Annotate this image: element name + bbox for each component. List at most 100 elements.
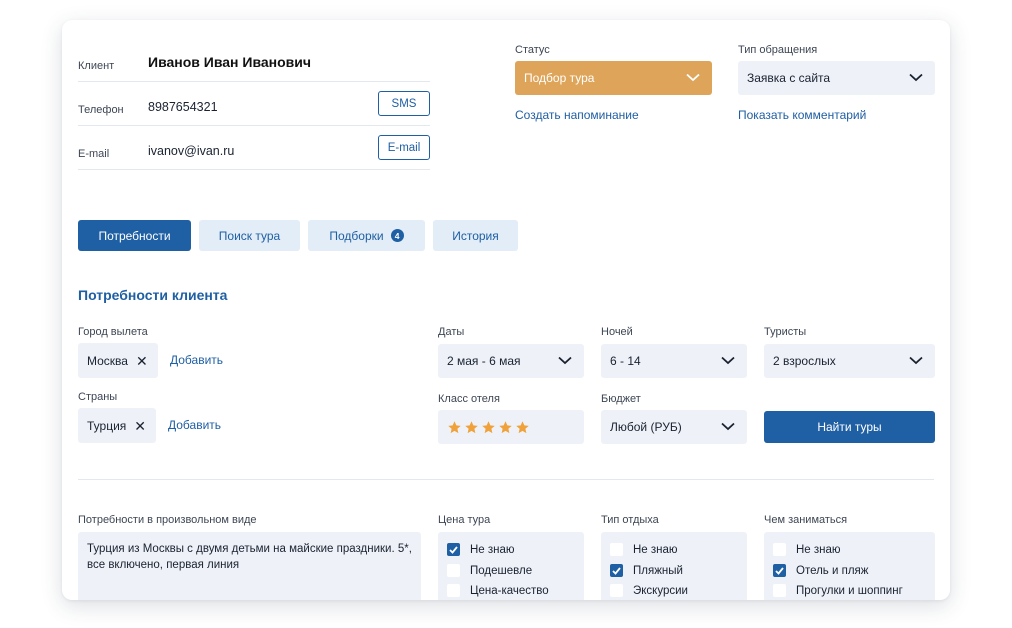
price-option-value[interactable]: Цена-качество (447, 584, 549, 597)
free-form-label: Потребности в произвольном виде (78, 514, 257, 526)
hotel-class-rating[interactable] (438, 410, 584, 444)
checkbox[interactable] (610, 543, 623, 556)
status-select[interactable]: Подбор тура (515, 61, 712, 95)
nights-value: 6 - 14 (610, 354, 641, 368)
dates-value: 2 мая - 6 мая (447, 354, 521, 368)
request-type-value: Заявка с сайта (747, 71, 831, 85)
email-button[interactable]: E-mail (378, 135, 430, 160)
option-label: Цена-качество (470, 584, 549, 597)
phone-value[interactable]: 8987654321 (148, 100, 218, 114)
tourists-value: 2 взрослых (773, 354, 836, 368)
star-icon[interactable] (464, 420, 479, 435)
divider (78, 81, 430, 82)
add-country-link[interactable]: Добавить (168, 418, 221, 432)
close-icon[interactable]: ✕ (134, 419, 146, 433)
email-label: E-mail (78, 148, 110, 160)
show-comment-link[interactable]: Показать комментарий (738, 108, 866, 122)
activities-label: Чем заниматься (764, 514, 848, 526)
tourists-select[interactable]: 2 взрослых (764, 344, 935, 378)
price-option-dont-know[interactable]: Не знаю (447, 543, 515, 556)
option-label: Пляжный (633, 564, 683, 577)
close-icon[interactable]: ✕ (136, 354, 148, 368)
star-rating (447, 420, 530, 435)
checkbox[interactable] (773, 584, 786, 597)
checkbox[interactable] (447, 584, 460, 597)
dates-select[interactable]: 2 мая - 6 мая (438, 344, 584, 378)
checkbox[interactable] (447, 564, 460, 577)
option-label: Прогулки и шоппинг (796, 584, 903, 597)
chevron-down-icon (909, 356, 923, 365)
email-value[interactable]: ivanov@ivan.ru (148, 144, 234, 158)
departure-city-chip: Москва ✕ (78, 343, 158, 378)
rest-type-label: Тип отдыха (601, 514, 659, 526)
budget-label: Бюджет (601, 393, 641, 405)
status-value: Подбор тура (524, 71, 595, 85)
dates-label: Даты (438, 326, 465, 338)
option-label: Не знаю (796, 543, 841, 556)
tab-selections-label: Подборки (329, 228, 384, 243)
chevron-down-icon (686, 73, 700, 82)
departure-city-value: Москва (87, 353, 128, 368)
option-label: Не знаю (470, 543, 515, 556)
divider (78, 169, 430, 170)
hotel-class-label: Класс отеля (438, 393, 500, 405)
lead-card: Клиент Иванов Иван Иванович Телефон 8987… (62, 20, 950, 600)
option-label: Экскурсии (633, 584, 688, 597)
divider (78, 125, 430, 126)
sms-button[interactable]: SMS (378, 91, 430, 116)
activity-option-hotel-beach[interactable]: Отель и пляж (773, 564, 868, 577)
chevron-down-icon (909, 73, 923, 82)
phone-label: Телефон (78, 104, 124, 116)
free-form-text: Турция из Москвы с двумя детьми на майск… (87, 543, 412, 571)
country-chip: Турция ✕ (78, 408, 156, 443)
selections-count-badge: 4 (390, 229, 404, 242)
option-label: Подешевле (470, 564, 533, 577)
activity-option-dont-know[interactable]: Не знаю (773, 543, 841, 556)
create-reminder-link[interactable]: Создать напоминание (515, 108, 639, 122)
checkbox[interactable] (610, 584, 623, 597)
tab-tour-search[interactable]: Поиск тура (199, 220, 300, 251)
add-departure-link[interactable]: Добавить (170, 353, 223, 367)
checkbox[interactable] (447, 543, 460, 556)
checkbox[interactable] (773, 543, 786, 556)
checkbox[interactable] (610, 564, 623, 577)
star-icon[interactable] (498, 420, 513, 435)
free-form-textarea[interactable]: Турция из Москвы с двумя детьми на майск… (78, 532, 421, 600)
checkbox[interactable] (773, 564, 786, 577)
countries-label: Страны (78, 391, 118, 403)
divider (78, 479, 934, 480)
section-title: Потребности клиента (78, 287, 228, 303)
price-label: Цена тура (438, 514, 491, 526)
country-value: Турция (87, 418, 127, 433)
tab-history[interactable]: История (433, 220, 518, 251)
activity-option-walks-shopping[interactable]: Прогулки и шоппинг (773, 584, 903, 597)
option-label: Не знаю (633, 543, 678, 556)
departure-city-label: Город вылета (78, 326, 148, 338)
client-label: Клиент (78, 60, 115, 72)
price-option-cheaper[interactable]: Подешевле (447, 564, 532, 577)
rest-option-dont-know[interactable]: Не знаю (610, 543, 678, 556)
chevron-down-icon (721, 422, 735, 431)
rest-type-options: Не знаю Пляжный Экскурсии (601, 532, 747, 600)
tab-needs[interactable]: Потребности (78, 220, 191, 251)
rest-option-excursions[interactable]: Экскурсии (610, 584, 688, 597)
nights-label: Ночей (601, 326, 633, 338)
budget-value: Любой (РУБ) (610, 420, 682, 434)
tourists-label: Туристы (764, 326, 807, 338)
chevron-down-icon (558, 356, 572, 365)
nights-select[interactable]: 6 - 14 (601, 344, 747, 378)
status-label: Статус (515, 44, 550, 56)
rest-option-beach[interactable]: Пляжный (610, 564, 683, 577)
star-icon[interactable] (515, 420, 530, 435)
tab-selections[interactable]: Подборки 4 (308, 220, 425, 251)
activities-options: Не знаю Отель и пляж Прогулки и шоппинг (764, 532, 935, 600)
client-name: Иванов Иван Иванович (148, 54, 312, 70)
star-icon[interactable] (481, 420, 496, 435)
chevron-down-icon (721, 356, 735, 365)
request-type-select[interactable]: Заявка с сайта (738, 61, 935, 95)
star-icon[interactable] (447, 420, 462, 435)
request-type-label: Тип обращения (738, 44, 818, 56)
budget-select[interactable]: Любой (РУБ) (601, 410, 747, 444)
option-label: Отель и пляж (796, 564, 869, 577)
find-tours-button[interactable]: Найти туры (764, 411, 935, 443)
